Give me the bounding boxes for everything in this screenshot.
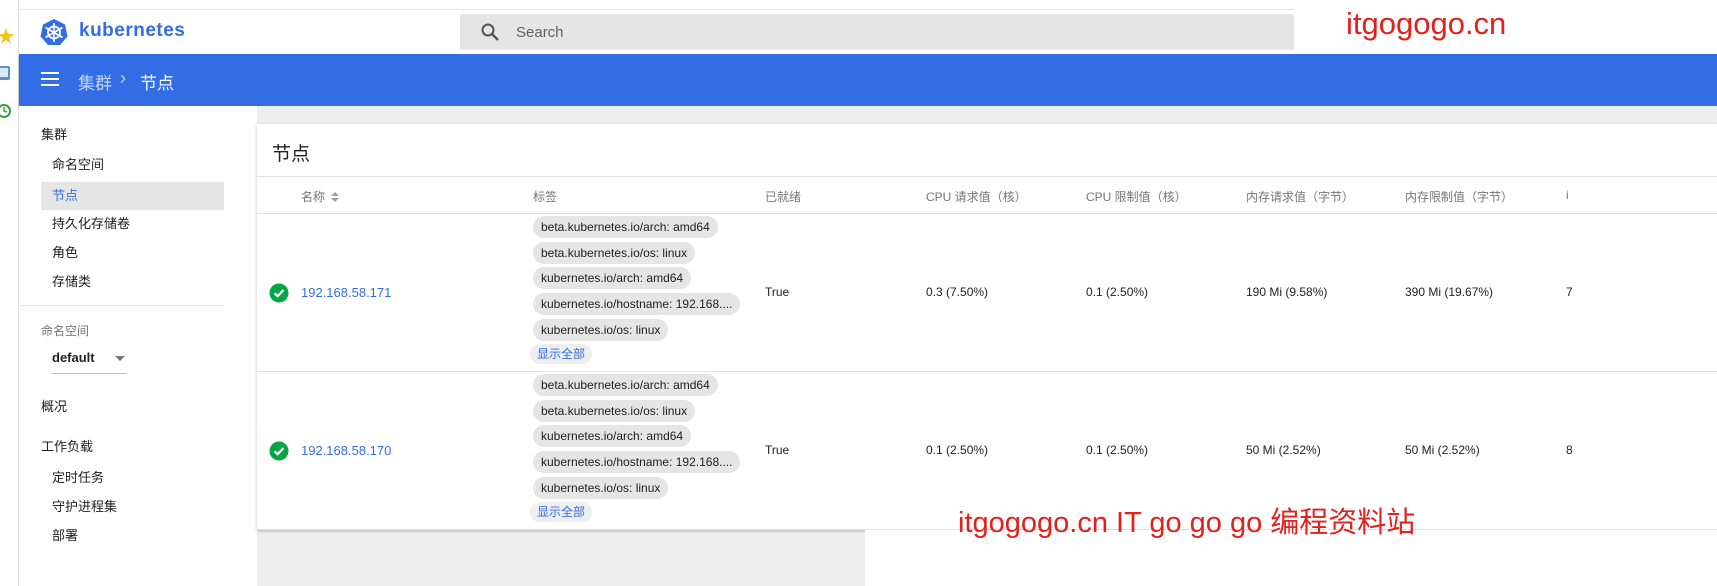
history-icon[interactable] [0,102,14,120]
sidebar-section-workloads[interactable]: 工作负载 [41,436,93,455]
column-header-name[interactable]: 名称 [301,188,340,205]
search-bar[interactable] [460,14,1294,50]
column-header-mem-request: 内存请求值（字节） [1246,190,1355,204]
label-chip: beta.kubernetes.io/os: linux [533,399,696,422]
column-header-labels: 标签 [533,190,558,204]
sidebar-item-namespaces[interactable]: 命名空间 [41,151,224,179]
sidebar-item-overview[interactable]: 概况 [41,396,67,415]
card-title: 节点 [272,144,311,165]
sidebar-item-cronjobs[interactable]: 定时任务 [41,464,224,492]
namespace-label: 命名空间 [41,324,90,338]
label-chips: beta.kubernetes.io/arch: amd64 beta.kube… [530,374,755,523]
table-row: 192.168.58.171 beta.kubernetes.io/arch: … [257,214,1717,372]
extra-value: 8 [1566,443,1573,457]
show-all-button[interactable]: 显示全部 [530,344,593,365]
cpu-request-value: 0.3 (7.50%) [926,285,989,299]
check-circle-icon [269,283,289,303]
column-header-ready: 已就绪 [765,190,802,204]
label-chip: kubernetes.io/hostname: 192.168.... [533,451,741,474]
column-header-extra: i [1566,188,1569,202]
breadcrumb-separator: › [120,68,126,88]
brand-name[interactable]: kubernetes [79,20,185,42]
cpu-request-value: 0.1 (2.50%) [926,443,989,457]
column-name-label: 名称 [301,190,326,204]
label-chip: kubernetes.io/os: linux [533,476,669,499]
column-header-cpu-limit: CPU 限制值（核） [1086,190,1187,204]
action-bar: 集群 › 节点 [19,54,1717,106]
nodes-card: 节点 名称 标签 已就绪 CPU 请求值（核） CPU 限制值（核） 内存请求值… [257,124,1717,530]
sidebar-item-deployments[interactable]: 部署 [41,522,224,550]
extra-value: 7 [1566,285,1573,299]
mem-request-value: 190 Mi (9.58%) [1246,285,1328,299]
label-chip: kubernetes.io/os: linux [533,318,669,341]
header-divider [19,9,1294,10]
browser-side-strip [0,0,19,586]
label-chip: beta.kubernetes.io/os: linux [533,241,696,264]
cpu-limit-value: 0.1 (2.50%) [1086,285,1149,299]
column-header-mem-limit: 内存限制值（字节） [1405,190,1514,204]
table-header: 名称 标签 已就绪 CPU 请求值（核） CPU 限制值（核） 内存请求值（字节… [257,176,1717,214]
sidebar: 集群 命名空间 节点 持久化存储卷 角色 存储类 命名空间 default 概况… [19,106,257,586]
watermark-bottom: itgogogo.cn IT go go go 编程资料站 [958,507,1416,539]
label-chip: beta.kubernetes.io/arch: amd64 [533,374,718,396]
sidebar-item-storage-classes[interactable]: 存储类 [41,268,224,296]
sidebar-item-nodes[interactable]: 节点 [41,182,224,210]
sidebar-item-persistent-volumes[interactable]: 持久化存储卷 [41,210,224,238]
ready-value: True [765,443,790,457]
label-chip: kubernetes.io/arch: amd64 [533,267,692,290]
kubernetes-logo-icon[interactable] [40,18,68,46]
mem-request-value: 50 Mi (2.52%) [1246,443,1321,457]
mem-limit-value: 390 Mi (19.67%) [1405,285,1494,299]
caret-down-icon [115,356,125,361]
column-header-cpu-request: CPU 请求值（核） [926,190,1027,204]
sidebar-item-roles[interactable]: 角色 [41,239,224,267]
ready-value: True [765,285,790,299]
tablet-icon[interactable] [0,64,14,82]
node-name-link[interactable]: 192.168.58.171 [301,285,391,300]
label-chip: kubernetes.io/arch: amd64 [533,425,692,448]
search-icon [481,23,499,41]
sidebar-section-cluster[interactable]: 集群 [41,124,67,143]
namespace-select[interactable]: default [52,346,127,374]
breadcrumb-current: 节点 [140,74,174,93]
search-input[interactable] [516,14,1276,50]
sidebar-item-daemonsets[interactable]: 守护进程集 [41,493,224,521]
namespace-value: default [52,350,95,365]
mem-limit-value: 50 Mi (2.52%) [1405,443,1480,457]
star-icon[interactable] [0,27,14,45]
cpu-limit-value: 0.1 (2.50%) [1086,443,1149,457]
sort-icon[interactable] [331,191,340,202]
breadcrumb-cluster[interactable]: 集群 [78,69,112,94]
hamburger-menu-icon[interactable] [41,72,59,86]
sidebar-divider [19,305,224,306]
show-all-button[interactable]: 显示全部 [530,502,593,523]
node-name-link[interactable]: 192.168.58.170 [301,443,391,458]
label-chips: beta.kubernetes.io/arch: amd64 beta.kube… [530,216,755,365]
watermark-top: itgogogo.cn [1346,6,1507,41]
label-chip: beta.kubernetes.io/arch: amd64 [533,216,718,238]
check-circle-icon [269,441,289,461]
label-chip: kubernetes.io/hostname: 192.168.... [533,293,741,316]
